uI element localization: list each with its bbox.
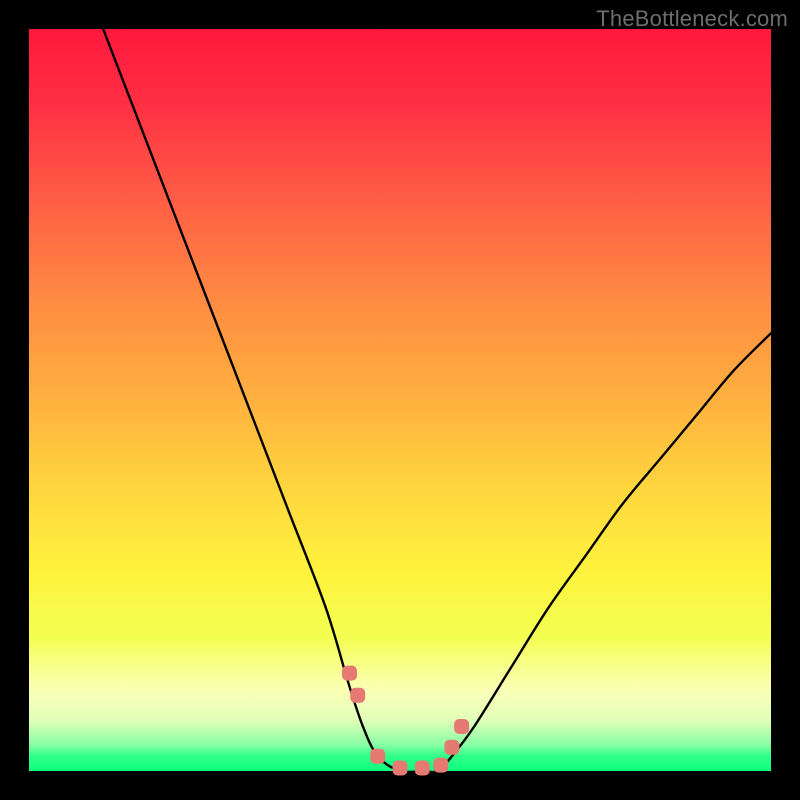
marker-point [350, 688, 365, 703]
plot-area [29, 29, 771, 771]
marker-point [433, 758, 448, 773]
marker-point [342, 666, 357, 681]
marker-point [444, 740, 459, 755]
main-curve [103, 29, 771, 772]
marker-point [454, 719, 469, 734]
curve-svg [29, 29, 771, 771]
marker-point [393, 761, 408, 776]
watermark-text: TheBottleneck.com [596, 6, 788, 32]
chart-frame: TheBottleneck.com [0, 0, 800, 800]
marker-point [415, 761, 430, 776]
marker-point [370, 749, 385, 764]
